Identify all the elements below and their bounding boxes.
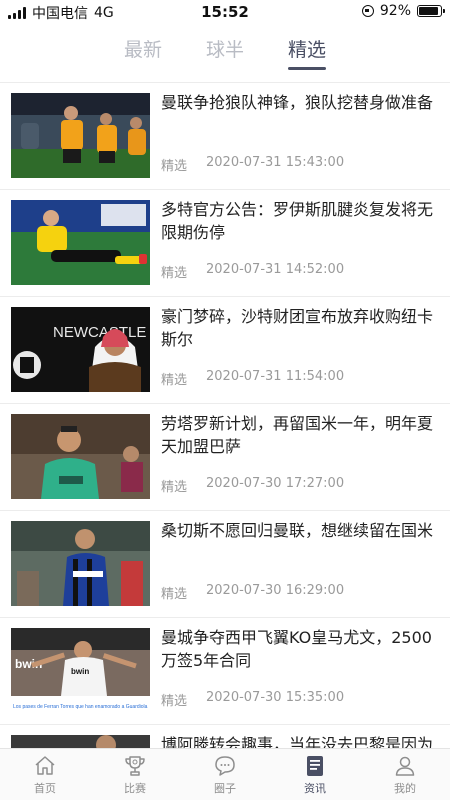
article-thumbnail bbox=[11, 414, 150, 499]
article-tag: 精选 bbox=[161, 373, 188, 388]
battery-icon bbox=[417, 5, 445, 17]
nav-profile[interactable]: 我的 bbox=[360, 749, 450, 800]
article-thumbnail bbox=[11, 521, 150, 606]
chat-bubble-icon bbox=[215, 756, 235, 776]
article-tag: 精选 bbox=[161, 480, 188, 495]
article-title: 劳塔罗新计划，再留国米一年，明年夏天加盟巴萨 bbox=[161, 414, 434, 456]
thumb-caption: Los pases de Ferran Torres que han enamo… bbox=[13, 704, 148, 710]
article-title: 曼城争夺西甲飞翼KO皇马尤文，2500万签5年合同 bbox=[161, 628, 432, 670]
article-tag: 精选 bbox=[161, 694, 188, 709]
article-title: 曼联争抢狼队神锋，狼队挖替身做准备 bbox=[161, 93, 434, 112]
article-item[interactable]: 劳塔罗新计划，再留国米一年，明年夏天加盟巴萨 精选 2020-07-30 17:… bbox=[0, 404, 450, 511]
article-item[interactable]: 桑切斯不愿回归曼联，想继续留在国米 精选 2020-07-30 16:29:00 bbox=[0, 511, 450, 618]
article-tag: 精选 bbox=[161, 587, 188, 602]
thumb-board-text: NEWCASTLE UNITED bbox=[53, 324, 150, 341]
article-time: 2020-07-31 14:52:00 bbox=[206, 262, 345, 277]
article-time: 2020-07-31 11:54:00 bbox=[206, 369, 345, 384]
article-thumbnail: NEWCASTLE UNITED bbox=[11, 307, 150, 392]
nav-label: 资讯 bbox=[304, 782, 326, 795]
tab-latest[interactable]: 最新 bbox=[124, 30, 162, 70]
nav-label: 圈子 bbox=[214, 782, 236, 795]
article-time: 2020-07-30 16:29:00 bbox=[206, 583, 345, 598]
article-thumbnail bbox=[11, 735, 150, 748]
article-thumbnail bbox=[11, 200, 150, 285]
article-item[interactable]: 曼联争抢狼队神锋，狼队挖替身做准备 精选 2020-07-31 15:43:00 bbox=[0, 83, 450, 190]
tab-handicap[interactable]: 球半 bbox=[206, 30, 244, 70]
battery-percent: 92% bbox=[379, 3, 411, 19]
article-item[interactable]: 多特官方公告：罗伊斯肌腱炎复发将无限期伤停 精选 2020-07-31 14:5… bbox=[0, 190, 450, 297]
nav-circle[interactable]: 圈子 bbox=[180, 749, 270, 800]
orientation-lock-icon bbox=[361, 5, 374, 17]
category-tabs: 最新 球半 精选 bbox=[0, 30, 450, 80]
article-time: 2020-07-30 15:35:00 bbox=[206, 690, 345, 705]
article-title: 豪门梦碎，沙特财团宣布放弃收购纽卡斯尔 bbox=[161, 307, 434, 349]
article-item[interactable]: NEWCASTLE UNITED 豪门梦碎，沙特财团宣布放弃收购纽卡斯尔 精选 … bbox=[0, 297, 450, 404]
nav-news[interactable]: 资讯 bbox=[270, 749, 360, 800]
nav-matches[interactable]: 比赛 bbox=[90, 749, 180, 800]
article-time: 2020-07-31 15:43:00 bbox=[206, 155, 345, 170]
article-time: 2020-07-30 17:27:00 bbox=[206, 476, 345, 491]
nav-home[interactable]: 首页 bbox=[0, 749, 90, 800]
nav-label: 首页 bbox=[34, 782, 56, 795]
news-icon bbox=[307, 756, 323, 776]
article-item[interactable]: bwin bwin Los pases de Ferran Torres que… bbox=[0, 618, 450, 725]
article-list: 曼联争抢狼队神锋，狼队挖替身做准备 精选 2020-07-31 15:43:00… bbox=[0, 83, 450, 748]
trophy-icon bbox=[125, 756, 145, 776]
bottom-nav: 首页 比赛 圈子 资讯 我的 bbox=[0, 748, 450, 800]
article-title: 博阿滕转会趣事，当年没去巴黎是因为 bbox=[161, 735, 434, 748]
article-title: 多特官方公告：罗伊斯肌腱炎复发将无限期伤停 bbox=[161, 200, 434, 242]
thumb-sponsor-text: bwin bbox=[71, 667, 89, 676]
person-icon bbox=[395, 756, 415, 776]
article-thumbnail: bwin bwin Los pases de Ferran Torres que… bbox=[11, 628, 150, 713]
article-title: 桑切斯不愿回归曼联，想继续留在国米 bbox=[161, 521, 434, 540]
nav-label: 比赛 bbox=[124, 782, 146, 795]
article-item[interactable]: 博阿滕转会趣事，当年没去巴黎是因为 bbox=[0, 725, 450, 748]
article-thumbnail bbox=[11, 93, 150, 178]
article-tag: 精选 bbox=[161, 159, 188, 174]
home-icon bbox=[35, 756, 55, 775]
article-tag: 精选 bbox=[161, 266, 188, 281]
tab-featured[interactable]: 精选 bbox=[288, 30, 327, 70]
nav-label: 我的 bbox=[394, 782, 416, 795]
status-bar: 中国电信 4G 15:52 92% bbox=[0, 0, 450, 24]
